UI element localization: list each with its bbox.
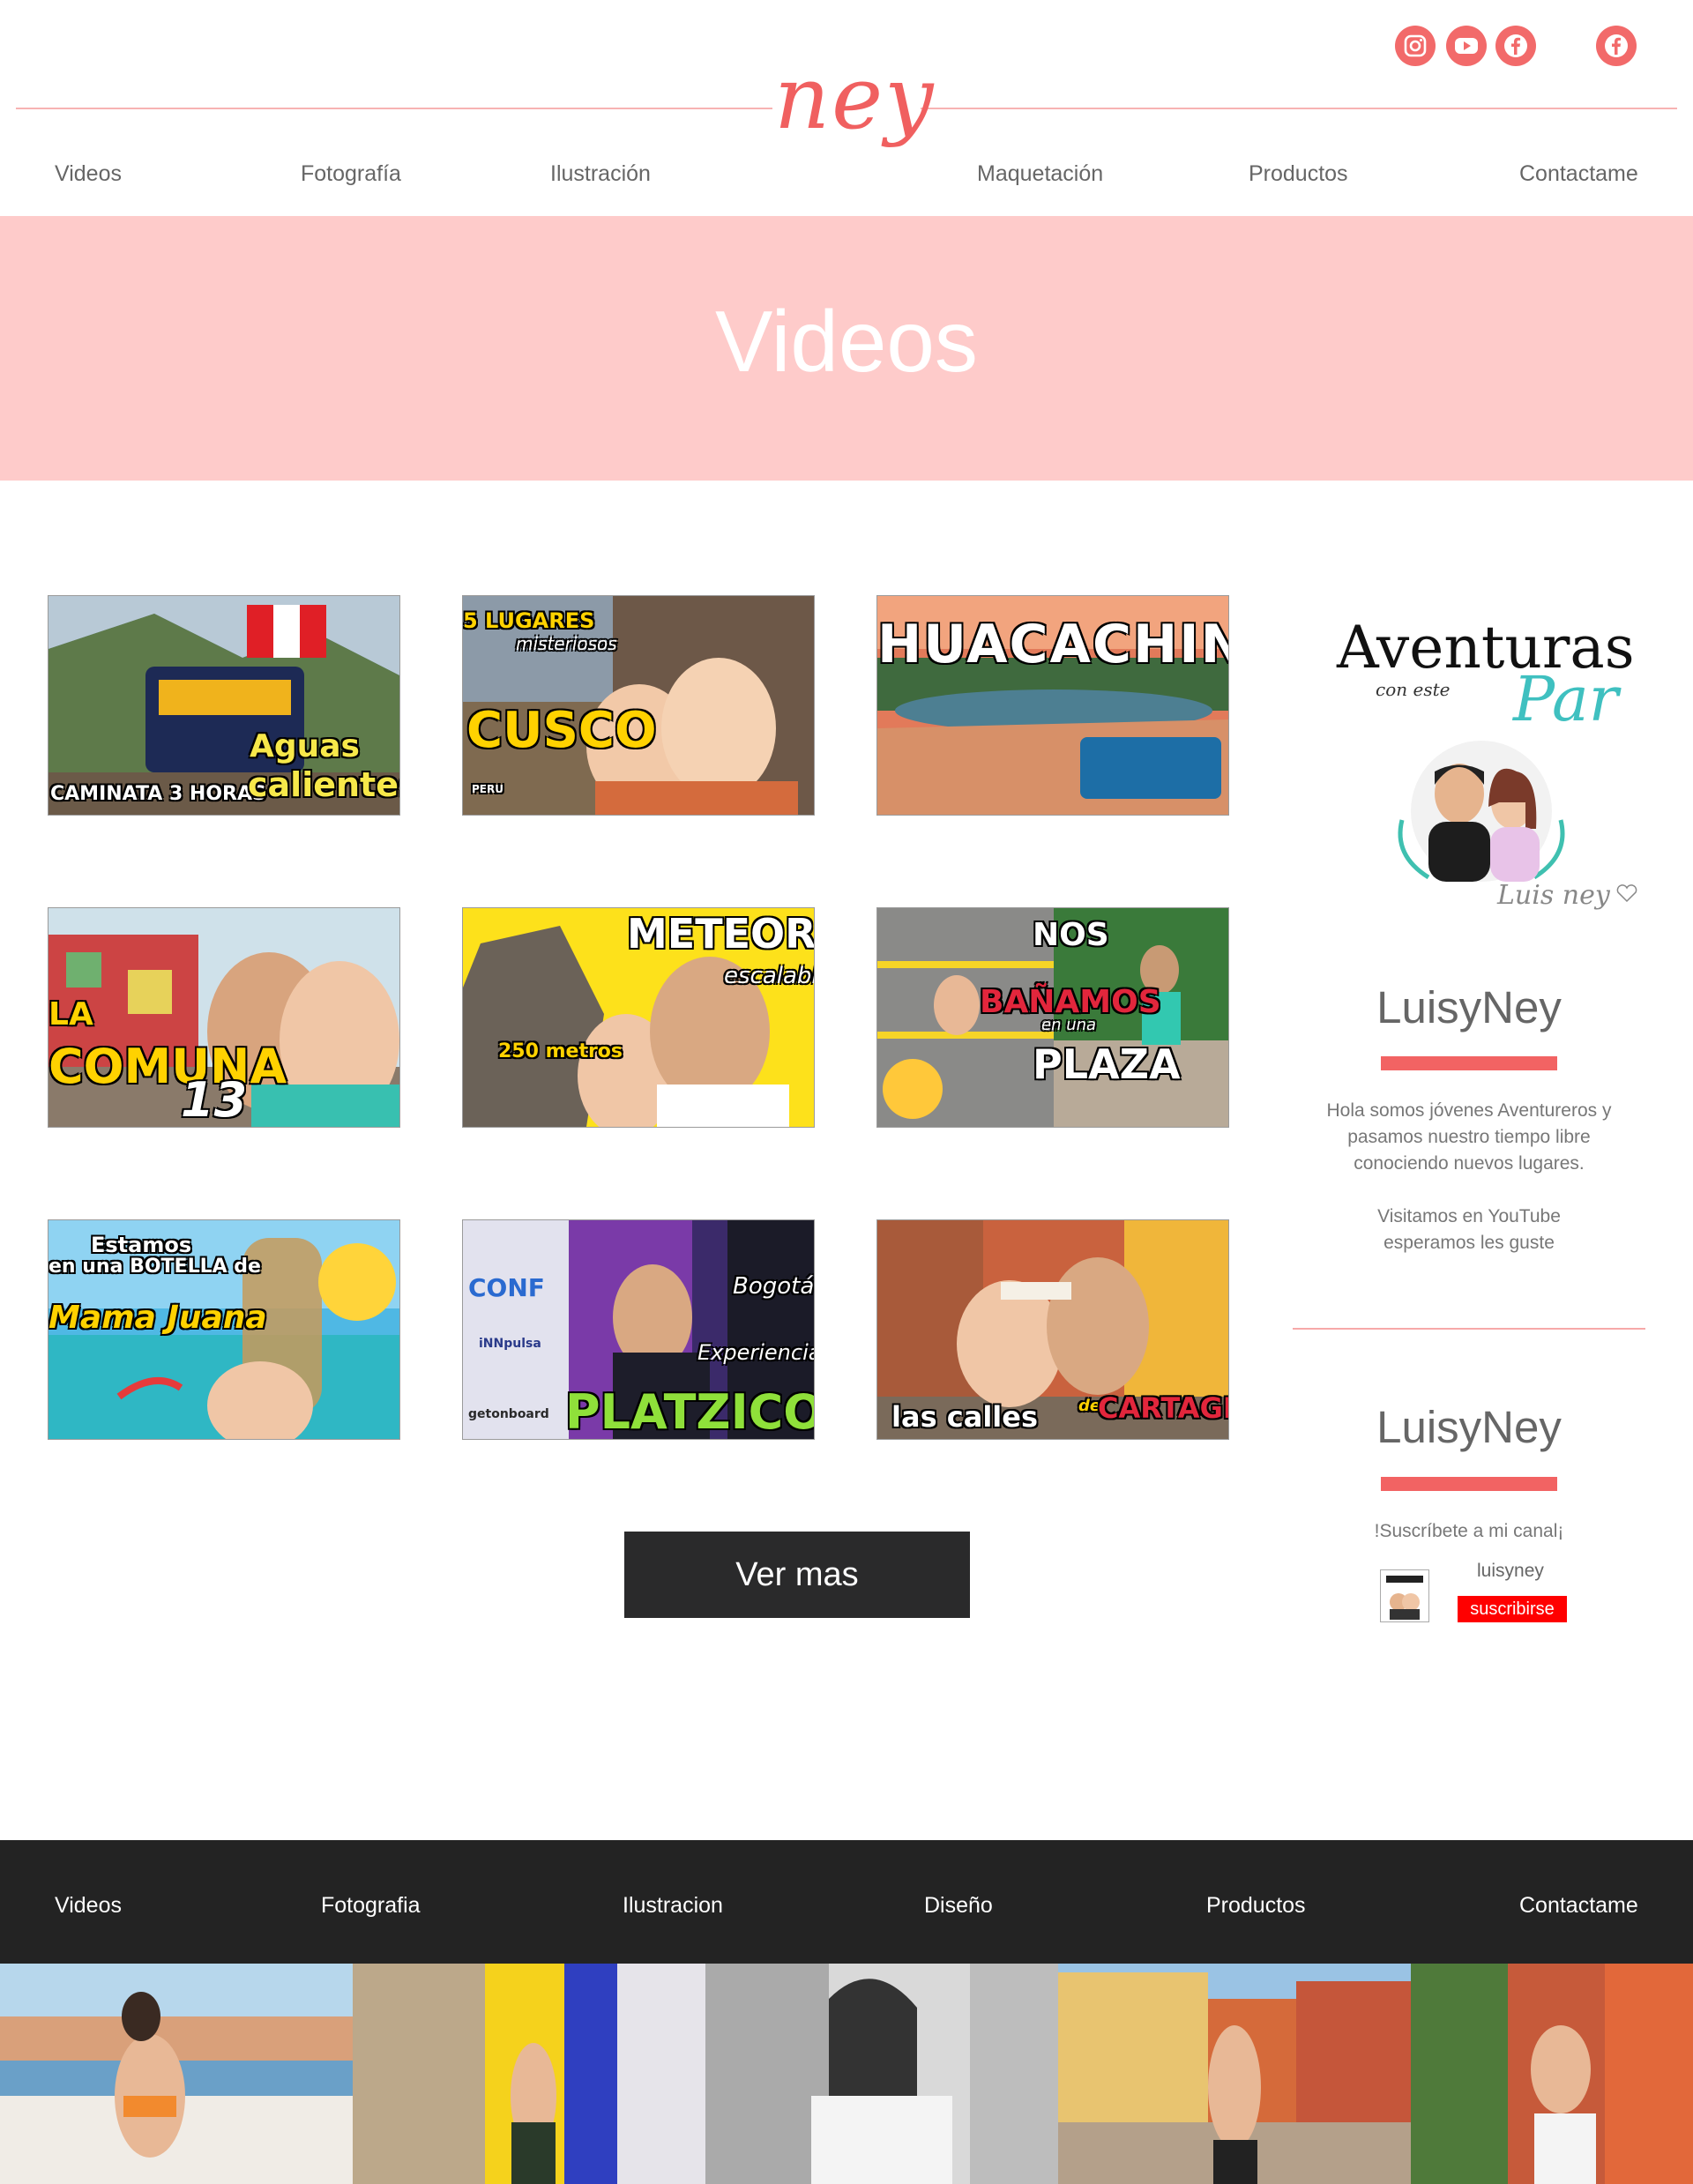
nav-fotografia[interactable]: Fotografía bbox=[301, 159, 401, 189]
footer-nav-productos[interactable]: Productos bbox=[1206, 1890, 1306, 1920]
thumbnail-text: Estamos bbox=[91, 1233, 192, 1257]
gallery-photo-image bbox=[705, 1964, 1058, 2184]
thumbnail-text: 250 metros bbox=[498, 1040, 623, 1062]
video-thumbnail-cartagena[interactable]: las calles de CARTAGENA bbox=[876, 1219, 1229, 1440]
thumbnail-text: COMUNA bbox=[48, 1039, 287, 1094]
gallery-photo-image bbox=[1058, 1964, 1411, 2184]
nav-productos[interactable]: Productos bbox=[1249, 159, 1348, 189]
thumbnail-text: CAMINATA 3 HORAS bbox=[50, 783, 266, 805]
thumbnail-text: BAÑAMOS bbox=[980, 984, 1161, 1020]
thumbnail-text: misteriosos bbox=[516, 633, 617, 654]
sidebar-youtube-text: Visitamos en YouTube esperamos les guste bbox=[1377, 1206, 1561, 1253]
gallery-photo-image bbox=[353, 1964, 705, 2184]
sidebar-about-text: Hola somos jóvenes Aventureros y pasamos… bbox=[1326, 1100, 1612, 1174]
ver-mas-button[interactable]: Ver mas bbox=[624, 1532, 970, 1618]
thumbnail-text: NOS bbox=[1033, 917, 1109, 953]
thumbnail-text: 13 bbox=[181, 1072, 248, 1128]
video-thumbnail-comuna-13[interactable]: LA COMUNA 13 bbox=[48, 907, 400, 1128]
facebook-link[interactable] bbox=[1495, 26, 1536, 66]
sidebar-title-2: LuisyNey bbox=[1376, 1402, 1562, 1452]
instagram-link[interactable] bbox=[1395, 26, 1436, 66]
sidebar-title-2-underline bbox=[1381, 1477, 1557, 1491]
header-line-left bbox=[16, 108, 772, 109]
thumbnail-text: en una bbox=[1041, 1016, 1097, 1034]
thumbnail-text: iNNpulsa bbox=[479, 1337, 541, 1351]
thumbnail-text: CUSCO bbox=[466, 702, 657, 759]
thumbnail-text: CONF bbox=[468, 1273, 545, 1302]
video-thumbnail-cusco[interactable]: 5 LUGARES misteriosos CUSCO PERU bbox=[462, 595, 815, 816]
site-logo[interactable]: ney bbox=[774, 55, 933, 169]
heart-icon bbox=[1616, 884, 1637, 903]
thumbnail-text: escalable bbox=[724, 963, 814, 989]
couple-illustration bbox=[1398, 741, 1565, 882]
thumbnail-text: las calles bbox=[891, 1400, 1038, 1434]
subscribe-prompt: !Suscríbete a mi canal¡ bbox=[1374, 1521, 1564, 1541]
thumbnail-text: METEORITO bbox=[627, 910, 815, 958]
gallery-photo-image bbox=[1411, 1964, 1693, 2184]
footer-nav-ilustracion[interactable]: Ilustracion bbox=[623, 1890, 723, 1920]
thumbnail-text: PERU bbox=[472, 783, 503, 795]
thumbnail-text: Bogotá bbox=[733, 1273, 815, 1300]
youtube-icon bbox=[1455, 38, 1478, 54]
logo-signature: Luis ney bbox=[1497, 880, 1610, 911]
gallery-photo[interactable] bbox=[0, 1964, 353, 2184]
footer-nav-fotografia[interactable]: Fotografia bbox=[321, 1890, 421, 1920]
facebook-icon bbox=[1504, 34, 1527, 57]
nav-ilustracion[interactable]: Ilustración bbox=[550, 159, 651, 189]
thumbnail-text: HUACACHINA bbox=[877, 614, 1228, 675]
video-thumbnail-huacachina[interactable]: HUACACHINA bbox=[876, 595, 1229, 816]
page-banner: Videos bbox=[0, 216, 1693, 481]
thumbnail-text: PLAZA bbox=[1033, 1040, 1181, 1088]
video-thumbnail-aguas-calientes[interactable]: CAMINATA 3 HORAS Aguas calientes bbox=[48, 595, 400, 816]
sidebar-divider bbox=[1293, 1328, 1645, 1330]
logo-text-con-este: con este bbox=[1376, 679, 1451, 700]
facebook-link-2[interactable] bbox=[1596, 26, 1637, 66]
thumbnail-text: PLATZICONF bbox=[565, 1384, 814, 1440]
subscribe-button[interactable]: suscribirse bbox=[1458, 1596, 1567, 1622]
footer-bar bbox=[0, 1840, 1693, 1964]
thumbnail-text: LA bbox=[48, 996, 93, 1032]
nav-maquetacion[interactable]: Maquetación bbox=[977, 159, 1103, 189]
page-title: Videos bbox=[715, 293, 978, 390]
footer-nav-contactame[interactable]: Contactame bbox=[1519, 1890, 1638, 1920]
nav-contactame[interactable]: Contactame bbox=[1519, 159, 1638, 189]
gallery-photo[interactable] bbox=[705, 1964, 1058, 2184]
thumbnail-text: Mama Juana bbox=[48, 1300, 267, 1336]
video-thumbnail-mama-juana[interactable]: Estamos en una BOTELLA de Mama Juana bbox=[48, 1219, 400, 1440]
sidebar-title: LuisyNey bbox=[1376, 982, 1562, 1032]
sidebar-title-underline bbox=[1381, 1056, 1557, 1070]
video-thumbnail-plaza[interactable]: NOS BAÑAMOS en una PLAZA bbox=[876, 907, 1229, 1128]
channel-avatar-image bbox=[1386, 1576, 1423, 1620]
footer-nav-videos[interactable]: Videos bbox=[55, 1890, 122, 1920]
video-thumbnail-meteorito[interactable]: METEORITO escalable 250 metros bbox=[462, 907, 815, 1128]
gallery-photo-image bbox=[0, 1964, 353, 2184]
thumbnail-text: en una BOTELLA de bbox=[48, 1256, 261, 1278]
thumbnail-text: CARTAGENA bbox=[1098, 1391, 1228, 1425]
youtube-link[interactable] bbox=[1446, 26, 1487, 66]
gallery-photo[interactable] bbox=[1411, 1964, 1693, 2184]
thumbnail-text: calientes bbox=[248, 765, 399, 804]
thumbnail-text: Aguas bbox=[250, 728, 360, 764]
facebook-icon bbox=[1605, 34, 1628, 57]
thumbnail-text: 5 LUGARES bbox=[463, 608, 595, 633]
channel-avatar[interactable] bbox=[1380, 1569, 1429, 1622]
gallery-photo[interactable] bbox=[1058, 1964, 1411, 2184]
nav-videos[interactable]: Videos bbox=[55, 159, 122, 189]
thumbnail-text: Experiencia bbox=[697, 1340, 815, 1365]
video-thumbnail-platziconf[interactable]: Bogotá Experiencia PLATZICONF CONF iNNpu… bbox=[462, 1219, 815, 1440]
header-line-right bbox=[921, 108, 1677, 109]
thumbnail-text: getonboard bbox=[468, 1407, 549, 1421]
channel-name[interactable]: luisyney bbox=[1477, 1561, 1544, 1582]
gallery-photo[interactable] bbox=[353, 1964, 705, 2184]
instagram-icon bbox=[1404, 34, 1427, 57]
aventuras-logo: Aventuras con este Par Luis ney bbox=[1314, 608, 1649, 943]
footer-nav-diseno[interactable]: Diseño bbox=[924, 1890, 993, 1920]
